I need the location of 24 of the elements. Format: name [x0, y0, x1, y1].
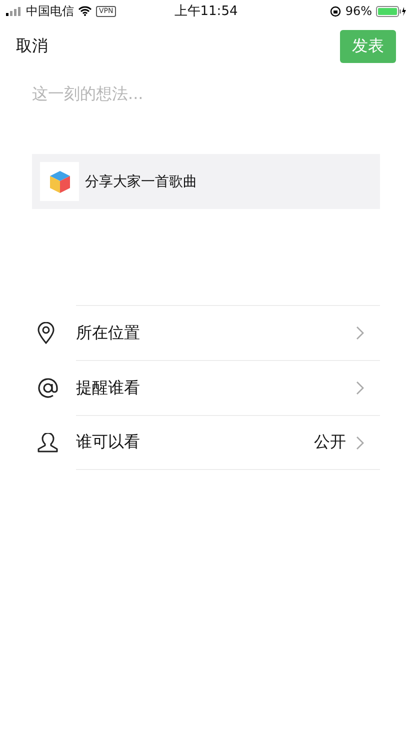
battery-percent: 96%: [345, 4, 372, 18]
option-value: 公开: [314, 432, 346, 453]
option-label: 所在位置: [76, 322, 141, 344]
option-label: 谁可以看: [76, 432, 141, 453]
carrier-name: 中国电信: [26, 2, 74, 20]
option-row[interactable]: 提醒谁看: [0, 360, 412, 415]
option-row[interactable]: 所在位置: [0, 305, 412, 360]
location-pin-icon: [37, 322, 55, 344]
chevron-icon: [356, 436, 364, 450]
shared-song-card[interactable]: 分享大家一首歌曲: [32, 154, 380, 209]
person-icon: [37, 432, 59, 452]
cancel-link[interactable]: 取消: [16, 36, 48, 56]
wifi-icon: [78, 6, 92, 16]
chevron-icon: [356, 381, 364, 395]
rotation-lock-icon: [330, 6, 342, 16]
at-sign-icon: [37, 376, 59, 398]
chevron-icon: [356, 326, 364, 340]
signal-icon: [6, 6, 22, 16]
option-row[interactable]: 谁可以看 公开: [0, 415, 412, 470]
battery-icon: [376, 6, 406, 16]
status-time: 上午11:54: [174, 3, 238, 20]
song-title: 分享大家一首歌曲: [85, 172, 197, 190]
option-label: 提醒谁看: [76, 378, 141, 398]
cube-icon: [40, 162, 79, 201]
